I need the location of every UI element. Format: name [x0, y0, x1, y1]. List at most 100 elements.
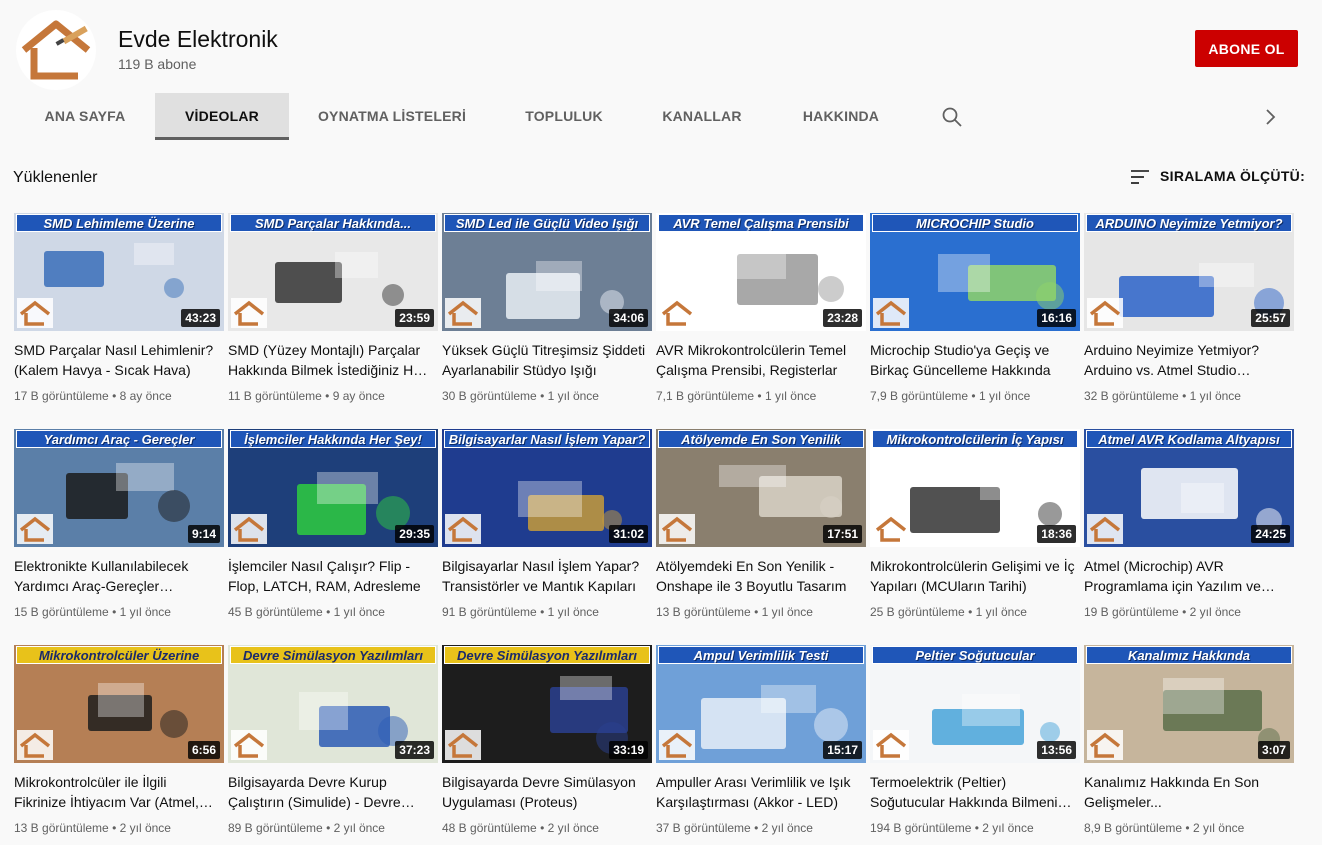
video-card[interactable]: Bilgisayarlar Nasıl İşlem Yapar? 31:02 Bil…	[442, 429, 652, 629]
video-card[interactable]: Atölyemde En Son Yenilik 17:51 Atölyemdeki…	[656, 429, 866, 629]
video-title[interactable]: Microchip Studio'ya Geçiş ve Birkaç Günc…	[870, 340, 1076, 380]
tab-channels[interactable]: KANALLAR	[645, 93, 759, 139]
channel-watermark-icon	[873, 514, 909, 544]
meta-separator: •	[968, 389, 979, 403]
tab-about[interactable]: HAKKINDA	[782, 93, 900, 139]
channel-watermark-icon	[17, 730, 53, 760]
tab-home[interactable]: ANA SAYFA	[24, 93, 146, 139]
video-meta: 48 B görüntüleme • 2 yıl önce	[442, 821, 599, 835]
video-thumbnail[interactable]: Peltier Soğutucular 13:56	[870, 645, 1080, 763]
section-title: Yüklenenler	[13, 169, 98, 186]
video-title[interactable]: Ampuller Arası Verimlilik ve Işık Karşıl…	[656, 772, 862, 812]
video-card[interactable]: Kanalımız Hakkında 3:07 Kanalımız Hakkında…	[1084, 645, 1294, 845]
video-thumbnail[interactable]: SMD Led ile Güçlü Video Işığı 34:06	[442, 213, 652, 331]
video-meta: 91 B görüntüleme • 1 yıl önce	[442, 605, 599, 619]
video-title[interactable]: SMD Parçalar Nasıl Lehimlenir? (Kalem Ha…	[14, 340, 220, 380]
tab-playlists[interactable]: OYNATMA LİSTELERİ	[303, 93, 481, 139]
video-card[interactable]: Peltier Soğutucular 13:56 Termoelektrik (P…	[870, 645, 1080, 845]
video-duration: 33:19	[609, 741, 648, 759]
video-thumbnail[interactable]: SMD Lehimleme Üzerine 43:23	[14, 213, 224, 331]
video-meta: 37 B görüntüleme • 2 yıl önce	[656, 821, 813, 835]
tab-community[interactable]: TOPLULUK	[505, 93, 623, 139]
channel-watermark-icon	[659, 514, 695, 544]
video-card[interactable]: SMD Led ile Güçlü Video Işığı 34:06 Yüksek…	[442, 213, 652, 413]
video-thumbnail[interactable]: Mikrokontrolcülerin İç Yapısı 18:36	[870, 429, 1080, 547]
video-title[interactable]: Kanalımız Hakkında En Son Gelişmeler...	[1084, 772, 1290, 812]
video-thumbnail[interactable]: Atölyemde En Son Yenilik 17:51	[656, 429, 866, 547]
search-icon[interactable]	[940, 105, 964, 129]
video-thumbnail[interactable]: AVR Temel Çalışma Prensibi 23:28	[656, 213, 866, 331]
video-card[interactable]: SMD Parçalar Hakkında... 23:59 SMD (Yüzey …	[228, 213, 438, 413]
view-count: 45 B görüntüleme	[228, 605, 323, 619]
tab-videos[interactable]: VİDEOLAR	[155, 93, 289, 140]
channel-avatar[interactable]	[16, 10, 96, 90]
video-thumbnail[interactable]: SMD Parçalar Hakkında... 23:59	[228, 213, 438, 331]
video-thumbnail[interactable]: Bilgisayarlar Nasıl İşlem Yapar? 31:02	[442, 429, 652, 547]
video-card[interactable]: Yardımcı Araç - Gereçler 9:14 Elektronikte…	[14, 429, 224, 629]
video-thumbnail[interactable]: Atmel AVR Kodlama Altyapısı 24:25	[1084, 429, 1294, 547]
video-title[interactable]: İşlemciler Nasıl Çalışır? Flip - Flop, L…	[228, 556, 434, 596]
video-card[interactable]: ARDUINO Neyimize Yetmiyor? 25:57 Arduino N…	[1084, 213, 1294, 413]
video-thumbnail[interactable]: Devre Simülasyon Yazılımları 37:23	[228, 645, 438, 763]
video-card[interactable]: Mikrokontrolcüler Üzerine 6:56 Mikrokontro…	[14, 645, 224, 845]
video-card[interactable]: AVR Temel Çalışma Prensibi 23:28 AVR Mikro…	[656, 213, 866, 413]
video-title[interactable]: Bilgisayarda Devre Kurup Çalıştırın (Sim…	[228, 772, 434, 812]
video-thumbnail[interactable]: ARDUINO Neyimize Yetmiyor? 25:57	[1084, 213, 1294, 331]
video-card[interactable]: Devre Simülasyon Yazılımları 37:23 Bilgisa…	[228, 645, 438, 845]
upload-age: 1 yıl önce	[978, 389, 1031, 403]
thumbnail-banner: Peltier Soğutucular	[872, 646, 1078, 664]
video-thumbnail[interactable]: İşlemciler Hakkında Her Şey! 29:35	[228, 429, 438, 547]
channel-watermark-icon	[659, 298, 695, 328]
meta-separator: •	[322, 821, 334, 835]
video-title[interactable]: Arduino Neyimize Yetmiyor? Arduino vs. A…	[1084, 340, 1290, 380]
video-thumbnail[interactable]: MICROCHIP Studio 16:16	[870, 213, 1080, 331]
video-duration: 17:51	[823, 525, 862, 543]
video-title[interactable]: SMD (Yüzey Montajlı) Parçalar Hakkında B…	[228, 340, 434, 380]
video-thumbnail[interactable]: Kanalımız Hakkında 3:07	[1084, 645, 1294, 763]
video-card[interactable]: SMD Lehimleme Üzerine 43:23 SMD Parçalar N…	[14, 213, 224, 413]
channel-watermark-icon	[231, 730, 267, 760]
video-title[interactable]: Atölyemdeki En Son Yenilik - Onshape ile…	[656, 556, 862, 596]
video-meta: 13 B görüntüleme • 1 yıl önce	[656, 605, 813, 619]
video-thumbnail[interactable]: Devre Simülasyon Yazılımları 33:19	[442, 645, 652, 763]
sort-label: SIRALAMA ÖLÇÜTÜ:	[1160, 168, 1306, 184]
video-card[interactable]: Devre Simülasyon Yazılımları 33:19 Bilgisa…	[442, 645, 652, 845]
video-duration: 9:14	[187, 525, 220, 543]
meta-separator: •	[1178, 389, 1190, 403]
thumbnail-banner: MICROCHIP Studio	[872, 214, 1078, 232]
video-title[interactable]: Yüksek Güçlü Titreşimsiz Şiddeti Ayarlan…	[442, 340, 648, 380]
video-card[interactable]: Mikrokontrolcülerin İç Yapısı 18:36 Mikrok…	[870, 429, 1080, 629]
video-duration: 18:36	[1037, 525, 1076, 543]
video-meta: 13 B görüntüleme • 2 yıl önce	[14, 821, 171, 835]
channel-watermark-icon	[445, 514, 481, 544]
video-title[interactable]: Atmel (Microchip) AVR Programlama için Y…	[1084, 556, 1290, 596]
video-thumbnail[interactable]: Ampul Verimlilik Testi 15:17	[656, 645, 866, 763]
video-thumbnail[interactable]: Yardımcı Araç - Gereçler 9:14	[14, 429, 224, 547]
video-card[interactable]: Ampul Verimlilik Testi 15:17 Ampuller Aras…	[656, 645, 866, 845]
upload-age: 2 yıl önce	[1189, 605, 1241, 619]
upload-age: 1 yıl önce	[547, 389, 599, 403]
video-thumbnail[interactable]: Mikrokontrolcüler Üzerine 6:56	[14, 645, 224, 763]
video-card[interactable]: İşlemciler Hakkında Her Şey! 29:35 İşlemci…	[228, 429, 438, 629]
video-title[interactable]: Bilgisayarda Devre Simülasyon Uygulaması…	[442, 772, 648, 812]
video-card[interactable]: Atmel AVR Kodlama Altyapısı 24:25 Atmel (M…	[1084, 429, 1294, 629]
channel-watermark-icon	[445, 730, 481, 760]
video-duration: 24:25	[1251, 525, 1290, 543]
video-title[interactable]: AVR Mikrokontrolcülerin Temel Çalışma Pr…	[656, 340, 862, 380]
view-count: 11 B görüntüleme	[228, 389, 322, 403]
video-title[interactable]: Mikrokontrolcüler ile İlgili Fikrinize İ…	[14, 772, 220, 812]
meta-separator: •	[1182, 821, 1193, 835]
video-title[interactable]: Elektronikte Kullanılabilecek Yardımcı A…	[14, 556, 220, 596]
video-title[interactable]: Mikrokontrolcülerin Gelişimi ve İç Yapıl…	[870, 556, 1076, 596]
video-title[interactable]: Bilgisayarlar Nasıl İşlem Yapar? Transis…	[442, 556, 648, 596]
chevron-right-icon[interactable]	[1260, 105, 1282, 129]
channel-watermark-icon	[17, 298, 53, 328]
video-card[interactable]: MICROCHIP Studio 16:16 Microchip Studio'ya…	[870, 213, 1080, 413]
video-title[interactable]: Termoelektrik (Peltier) Soğutucular Hakk…	[870, 772, 1076, 812]
view-count: 48 B görüntüleme	[442, 821, 537, 835]
meta-separator: •	[536, 389, 548, 403]
meta-separator: •	[108, 389, 120, 403]
meta-separator: •	[108, 605, 120, 619]
video-meta: 17 B görüntüleme • 8 ay önce	[14, 389, 172, 403]
subscribe-button[interactable]: ABONE OL	[1195, 30, 1298, 67]
